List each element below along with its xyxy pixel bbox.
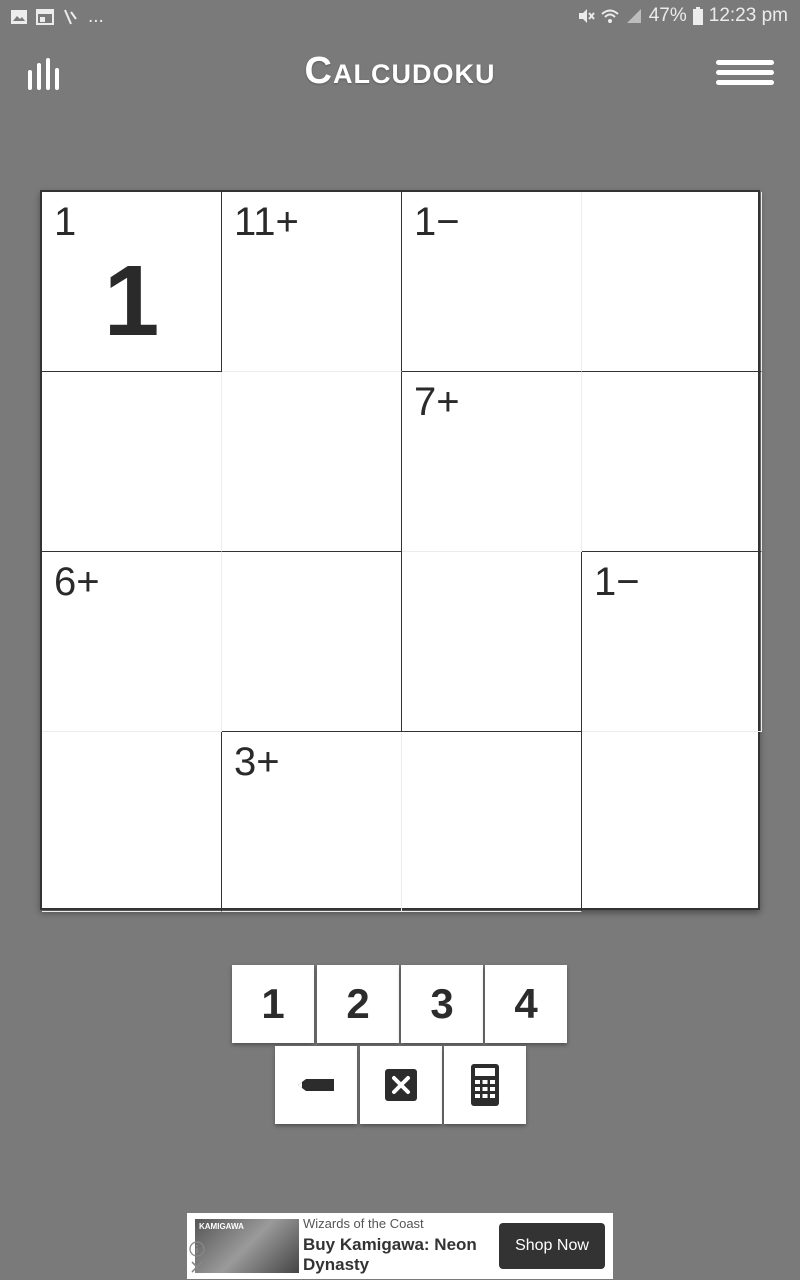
app-header: Calcudoku: [0, 40, 800, 110]
ad-close-icon[interactable]: [191, 1261, 203, 1273]
signal-icon: [626, 9, 641, 23]
wifi-icon: [601, 9, 619, 23]
board-cell-r1c1[interactable]: 1 1: [42, 192, 222, 372]
ad-info-icon[interactable]: [189, 1241, 205, 1257]
battery-percent: 47%: [648, 5, 687, 26]
cage-label: 7+: [414, 380, 460, 424]
board-cell-r4c2[interactable]: 3+: [222, 732, 402, 912]
puzzle-board: 1 1 11+ 1− 7+ 6+ 1− 3+: [40, 190, 762, 912]
digit-2-button[interactable]: 2: [317, 965, 399, 1043]
ad-sponsor: Wizards of the Coast: [303, 1216, 424, 1231]
clear-icon: [385, 1069, 417, 1101]
board-cell-r4c4[interactable]: [582, 732, 762, 912]
cell-value: 1: [103, 245, 160, 357]
status-overflow: ...: [88, 6, 104, 27]
board-cell-r3c1[interactable]: 6+: [42, 552, 222, 732]
board-cell-r3c2[interactable]: [222, 552, 402, 732]
board-cell-r2c2[interactable]: [222, 372, 402, 552]
ad-image[interactable]: KAMIGAWA: [195, 1219, 299, 1273]
calculator-button[interactable]: [444, 1046, 526, 1124]
pencil-icon: [298, 1079, 334, 1091]
cage-label: 11+: [234, 200, 299, 244]
cage-label: 1: [54, 200, 77, 244]
cage-label: 1−: [414, 200, 460, 244]
ad-headline[interactable]: Buy Kamigawa: Neon Dynasty: [303, 1235, 493, 1275]
board-cell-r3c3[interactable]: [402, 552, 582, 732]
app-notification-icon: [64, 9, 77, 25]
gallery-notification-icon: [11, 10, 27, 24]
status-bar: ... 47% 12:23 pm: [0, 0, 800, 34]
status-bar-left: ...: [10, 6, 104, 28]
digit-4-button[interactable]: 4: [485, 965, 567, 1043]
cage-label: 1−: [594, 560, 640, 604]
board-cell-r2c3[interactable]: 7+: [402, 372, 582, 552]
digit-3-button[interactable]: 3: [401, 965, 483, 1043]
window-notification-icon: [36, 9, 54, 25]
cage-label: 3+: [234, 740, 280, 784]
battery-icon: [692, 7, 703, 25]
board-cell-r3c4[interactable]: 1−: [582, 552, 762, 732]
board-cell-r1c3[interactable]: 1−: [402, 192, 582, 372]
pencil-mode-button[interactable]: [275, 1046, 357, 1124]
hamburger-menu-icon[interactable]: [716, 60, 774, 88]
board-cell-r2c4[interactable]: [582, 372, 762, 552]
clear-cell-button[interactable]: [360, 1046, 442, 1124]
board-cell-r4c3[interactable]: [402, 732, 582, 912]
board-cell-r1c2[interactable]: 11+: [222, 192, 402, 372]
board-cell-r4c1[interactable]: [42, 732, 222, 912]
calculator-icon: [471, 1064, 499, 1106]
status-bar-right: 47% 12:23 pm: [577, 5, 788, 27]
board-cell-r2c1[interactable]: [42, 372, 222, 552]
app-title: Calcudoku: [304, 50, 496, 92]
clock: 12:23 pm: [708, 5, 788, 26]
cage-label: 6+: [54, 560, 100, 604]
shop-now-button[interactable]: Shop Now: [499, 1223, 605, 1269]
ad-image-text: KAMIGAWA: [199, 1222, 244, 1231]
mute-icon: [578, 9, 595, 23]
digit-1-button[interactable]: 1: [232, 965, 314, 1043]
ad-banner[interactable]: KAMIGAWA Wizards of the Coast Buy Kamiga…: [187, 1213, 613, 1279]
board-cell-r1c4[interactable]: [582, 192, 762, 372]
